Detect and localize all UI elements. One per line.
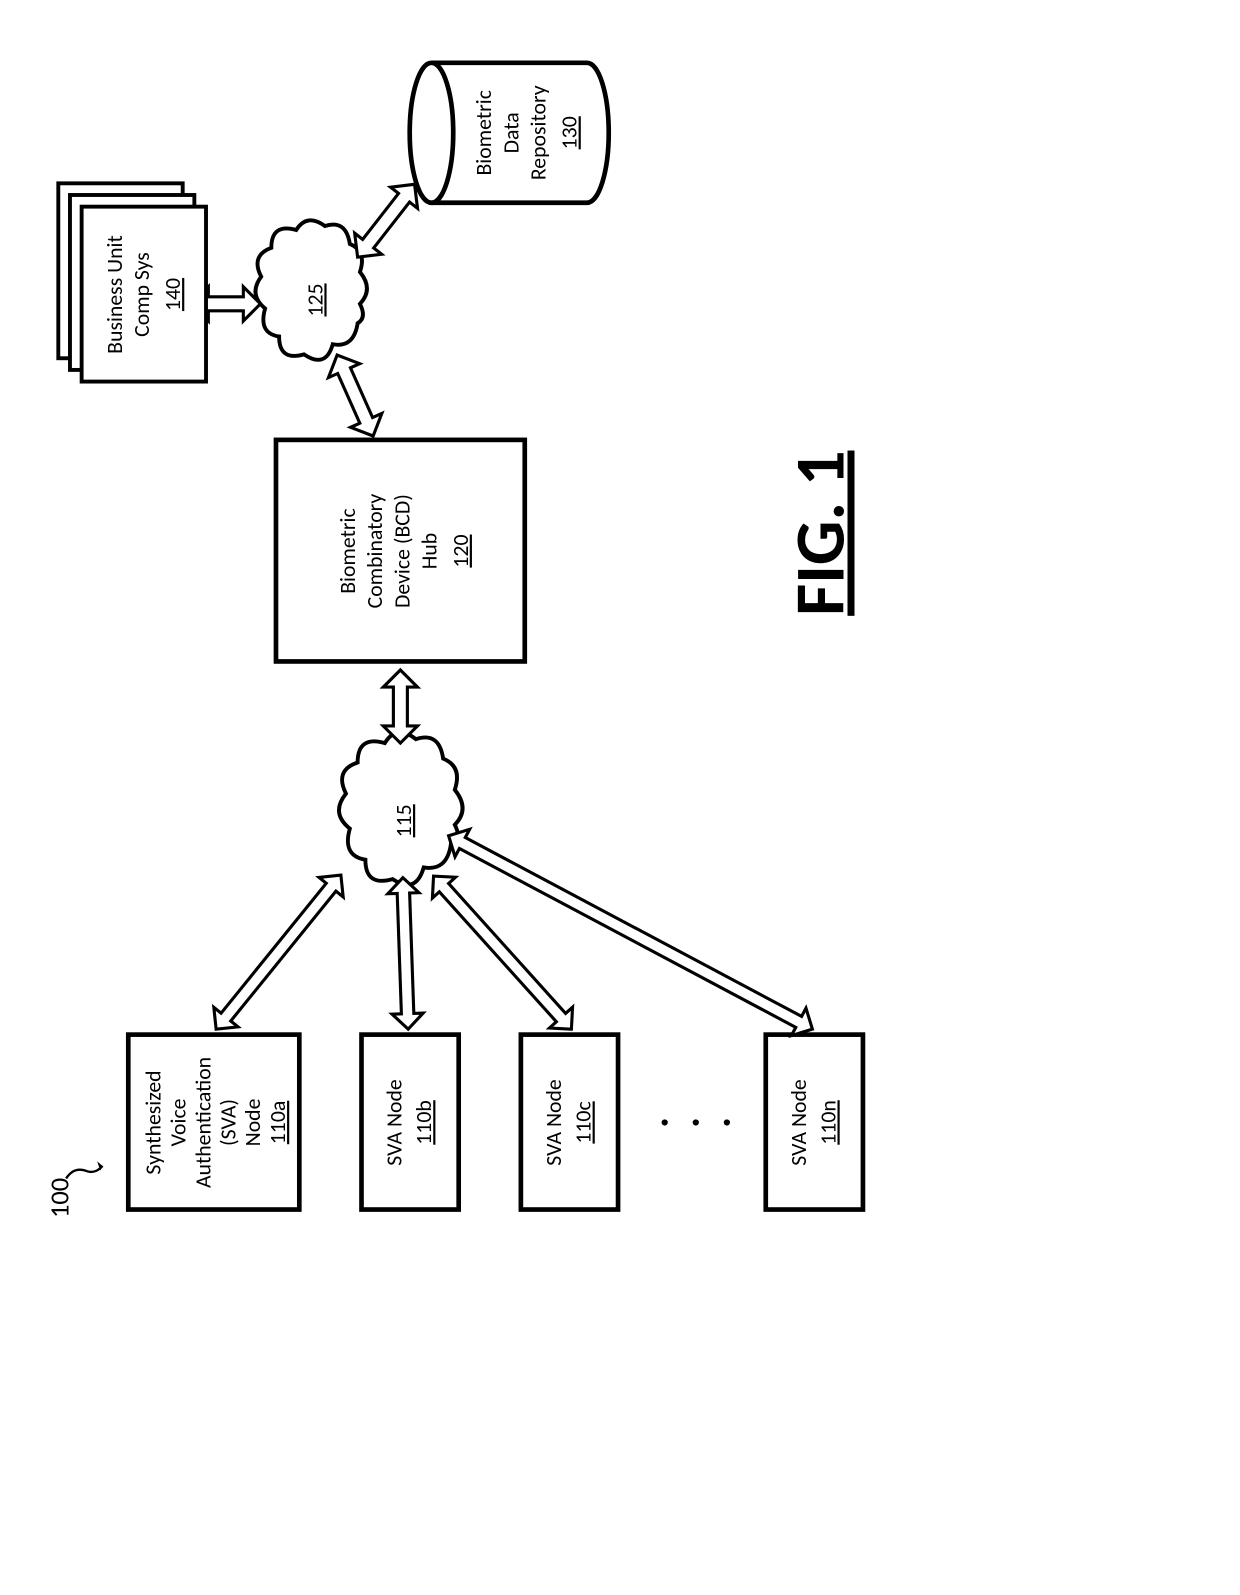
sva-node-b: SVA Node 110b (362, 1035, 459, 1210)
arrow-sva-a-to-cloud115 (204, 865, 359, 1039)
svg-text:Biometric: Biometric (334, 508, 361, 593)
figure-ref: 100 (45, 1161, 103, 1218)
bcd-hub: Biometric Combinatory Device (BCD) Hub 1… (276, 440, 525, 662)
svg-text:Voice: Voice (165, 1098, 192, 1146)
svg-text:125: 125 (301, 283, 328, 316)
ellipsis (662, 1119, 730, 1125)
figure-label: FIG. 1 (777, 451, 863, 616)
arrow-cloud115-to-bcd (383, 670, 417, 743)
business-unit-stack: Business Unit Comp Sys 140 (58, 183, 206, 381)
svg-text:Biometric: Biometric (470, 90, 497, 175)
svg-text:140: 140 (159, 278, 186, 311)
diagram-canvas: 100 Synthesized Voice Authentication (SV… (0, 0, 1240, 1595)
svg-text:SVA Node: SVA Node (540, 1079, 567, 1166)
svg-text:Data: Data (497, 112, 524, 153)
svg-text:Comp Sys: Comp Sys (128, 252, 155, 337)
arrow-cloud125-to-repo (344, 174, 428, 268)
svg-text:Node: Node (239, 1098, 266, 1146)
svg-text:110a: 110a (264, 1101, 291, 1144)
svg-text:Hub: Hub (416, 533, 443, 569)
svg-text:Business Unit: Business Unit (101, 235, 128, 354)
svg-text:100: 100 (45, 1178, 77, 1218)
biometric-repo: Biometric Data Repository 130 (410, 63, 609, 203)
svg-text:130: 130 (556, 116, 583, 149)
svg-text:110b: 110b (410, 1100, 437, 1145)
svg-text:Repository: Repository (525, 85, 552, 180)
cloud-115: 115 (339, 732, 463, 885)
arrow-sva-n-to-cloud115 (441, 822, 819, 1043)
arrow-sva-b-to-cloud115 (387, 877, 423, 1030)
svg-text:120: 120 (447, 535, 474, 568)
svg-text:110n: 110n (814, 1100, 841, 1145)
svg-text:SVA Node: SVA Node (381, 1079, 408, 1166)
arrow-bcd-to-cloud125 (321, 348, 388, 443)
sva-node-a: Synthesized Voice Authentication (SVA) N… (128, 1035, 299, 1210)
svg-text:Authentication: Authentication (189, 1057, 216, 1188)
svg-text:SVA Node: SVA Node (785, 1079, 812, 1166)
svg-text:Synthesized: Synthesized (140, 1070, 167, 1174)
svg-text:(SVA): (SVA) (214, 1099, 241, 1146)
svg-text:Combinatory: Combinatory (361, 494, 388, 609)
svg-text:115: 115 (390, 804, 417, 837)
svg-text:Device (BCD): Device (BCD) (388, 494, 415, 608)
svg-text:110c: 110c (570, 1101, 597, 1143)
sva-node-n: SVA Node 110n (766, 1035, 863, 1210)
sva-node-c: SVA Node 110c (521, 1035, 618, 1210)
cloud-125: 125 (255, 220, 366, 360)
